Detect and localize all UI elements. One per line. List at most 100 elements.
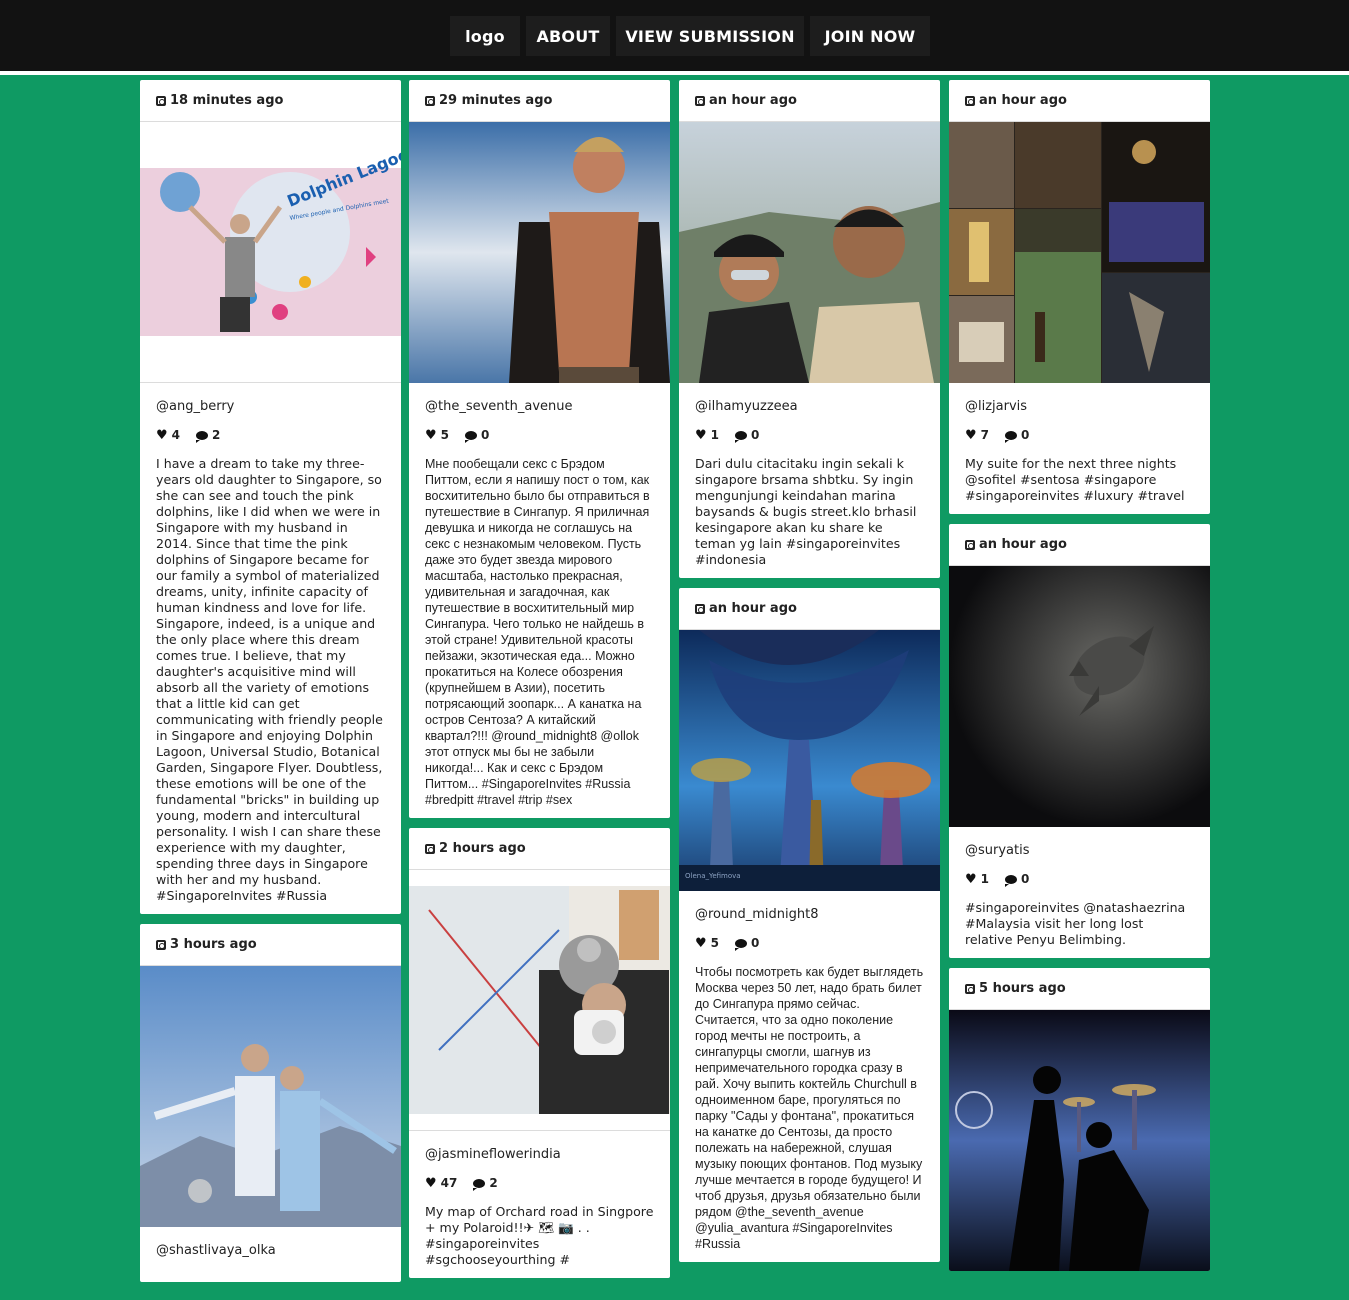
- heart-icon: ♥: [425, 427, 437, 443]
- post-time-label: 29 minutes ago: [439, 93, 553, 108]
- heart-icon: ♥: [965, 427, 977, 443]
- likes-count: 1: [710, 428, 720, 442]
- instagram-icon: [425, 95, 435, 106]
- map-polaroid-photo: [409, 886, 670, 1114]
- comment-icon: [735, 938, 748, 951]
- post-card[interactable]: an hour ago @ilhamyuzzeea ♥ 1 0 Dari dul…: [679, 80, 940, 578]
- post-username[interactable]: @suryatis: [965, 843, 1194, 858]
- comment-icon: [473, 1178, 486, 1191]
- post-image[interactable]: [949, 122, 1210, 383]
- turtle-sculpture-photo: [949, 566, 1210, 827]
- post-time: an hour ago: [949, 524, 1210, 566]
- post-caption-more: #singaporeinvites #sgchooseyourthing #: [425, 1236, 571, 1267]
- heart-icon: ♥: [156, 427, 168, 443]
- post-time: 2 hours ago: [409, 828, 670, 870]
- instagram-icon: [965, 539, 975, 550]
- post-username[interactable]: @ilhamyuzzeea: [695, 399, 924, 414]
- comments-count: 0: [751, 428, 760, 442]
- comments-count: 0: [1021, 872, 1030, 886]
- post-stats: ♥ 47 2: [425, 1176, 654, 1191]
- feed-column-3: an hour ago @ilhamyuzzeea ♥ 1 0 Dari dul…: [679, 80, 940, 1272]
- heart-icon: ♥: [695, 427, 707, 443]
- likes-count: 7: [980, 428, 990, 442]
- likes-count: 47: [440, 1176, 458, 1190]
- post-time-label: an hour ago: [979, 93, 1067, 108]
- post-stats: ♥ 4 2: [156, 427, 385, 443]
- post-image[interactable]: [949, 1010, 1210, 1271]
- post-card[interactable]: 2 hours ago @jasmineflowerindia ♥ 47 2 M…: [409, 828, 670, 1278]
- instagram-icon: [965, 95, 975, 106]
- post-time: 5 hours ago: [949, 968, 1210, 1010]
- comments-count: 0: [481, 428, 490, 442]
- post-image[interactable]: [140, 966, 401, 1227]
- post-image[interactable]: Olena_Yefimova: [679, 630, 940, 891]
- post-caption: Dari dulu citacitaku ingin sekali k sing…: [695, 456, 917, 567]
- post-time-label: 18 minutes ago: [170, 93, 284, 108]
- post-username[interactable]: @jasmineflowerindia: [425, 1147, 654, 1162]
- post-time: 29 minutes ago: [409, 80, 670, 122]
- post-time: 18 minutes ago: [140, 80, 401, 122]
- couple-mountain-photo: [140, 966, 401, 1227]
- nav-logo[interactable]: logo: [450, 16, 520, 56]
- post-card[interactable]: an hour ago Olena_Yefimova @round_midnig…: [679, 588, 940, 1262]
- post-username[interactable]: @shastlivaya_olka: [156, 1243, 385, 1258]
- heart-icon: ♥: [965, 871, 977, 887]
- nav-about[interactable]: ABOUT: [526, 16, 610, 56]
- comment-icon: [1005, 874, 1018, 887]
- selfie-photo: [679, 122, 940, 383]
- post-image[interactable]: [409, 870, 670, 1131]
- nav-menu: logo ABOUT VIEW SUBMISSION JOIN NOW: [450, 16, 930, 56]
- top-navbar: logo ABOUT VIEW SUBMISSION JOIN NOW: [0, 0, 1349, 71]
- feed-column-2: 29 minutes ago @the_seventh_avenue ♥ 5 0…: [409, 80, 670, 1288]
- proposal-silhouette-photo: [949, 1010, 1210, 1271]
- post-caption: #singaporeinvites @natashaezrina #Malays…: [965, 900, 1186, 947]
- instagram-icon: [695, 95, 705, 106]
- post-card[interactable]: 29 minutes ago @the_seventh_avenue ♥ 5 0…: [409, 80, 670, 818]
- post-username[interactable]: @lizjarvis: [965, 399, 1194, 414]
- comments-count: 2: [489, 1176, 498, 1190]
- post-username[interactable]: @ang_berry: [156, 399, 385, 414]
- hotel-collage-photo: [949, 122, 1210, 383]
- post-stats: ♥ 1 0: [965, 871, 1194, 887]
- instagram-icon: [425, 843, 435, 854]
- nav-join-now[interactable]: JOIN NOW: [810, 16, 930, 56]
- post-image[interactable]: [949, 566, 1210, 827]
- comment-icon: [196, 430, 209, 443]
- comment-icon: [735, 430, 748, 443]
- post-time-label: 3 hours ago: [170, 937, 257, 952]
- post-image[interactable]: [679, 122, 940, 383]
- comments-count: 0: [751, 936, 760, 950]
- comments-count: 2: [212, 428, 221, 442]
- comment-icon: [1005, 430, 1018, 443]
- instagram-icon: [156, 95, 166, 106]
- nav-view-submission[interactable]: VIEW SUBMISSION: [616, 16, 804, 56]
- post-card[interactable]: an hour ago @suryatis ♥ 1 0 #singaporein…: [949, 524, 1210, 958]
- likes-count: 5: [710, 936, 720, 950]
- post-stats: ♥ 5 0: [425, 427, 654, 443]
- post-card[interactable]: 5 hours ago: [949, 968, 1210, 1271]
- post-card[interactable]: an hour ago @lizjarvis ♥ 7 0 My suite fo…: [949, 80, 1210, 514]
- dolphin-lagoon-photo: Dolphin Lagoon Where people and Dolphins…: [140, 140, 401, 336]
- post-time-label: an hour ago: [709, 93, 797, 108]
- post-time-label: 5 hours ago: [979, 981, 1066, 996]
- supertree-grove-photo: Olena_Yefimova: [679, 630, 940, 891]
- instagram-icon: [156, 939, 166, 950]
- post-stats: ♥ 7 0: [965, 427, 1194, 443]
- feed-column-1: 18 minutes ago Dolphin Lagoon Where peop…: [140, 80, 401, 1292]
- post-username[interactable]: @round_midnight8: [695, 907, 924, 922]
- post-stats: ♥ 1 0: [695, 427, 924, 443]
- post-card[interactable]: 3 hours ago @shastlivaya_olka: [140, 924, 401, 1282]
- post-card[interactable]: 18 minutes ago Dolphin Lagoon Where peop…: [140, 80, 401, 914]
- instagram-icon: [965, 983, 975, 994]
- post-image[interactable]: Dolphin Lagoon Where people and Dolphins…: [140, 122, 401, 383]
- post-time: an hour ago: [949, 80, 1210, 122]
- navbar-divider: [0, 71, 1349, 75]
- man-portrait-photo: [409, 122, 670, 383]
- likes-count: 5: [440, 428, 450, 442]
- post-image[interactable]: [409, 122, 670, 383]
- instagram-icon: [695, 603, 705, 614]
- post-caption: Мне пообещали секс с Брэдом Питтом, если…: [425, 457, 650, 807]
- comment-icon: [465, 430, 478, 443]
- post-time: an hour ago: [679, 80, 940, 122]
- post-username[interactable]: @the_seventh_avenue: [425, 399, 654, 414]
